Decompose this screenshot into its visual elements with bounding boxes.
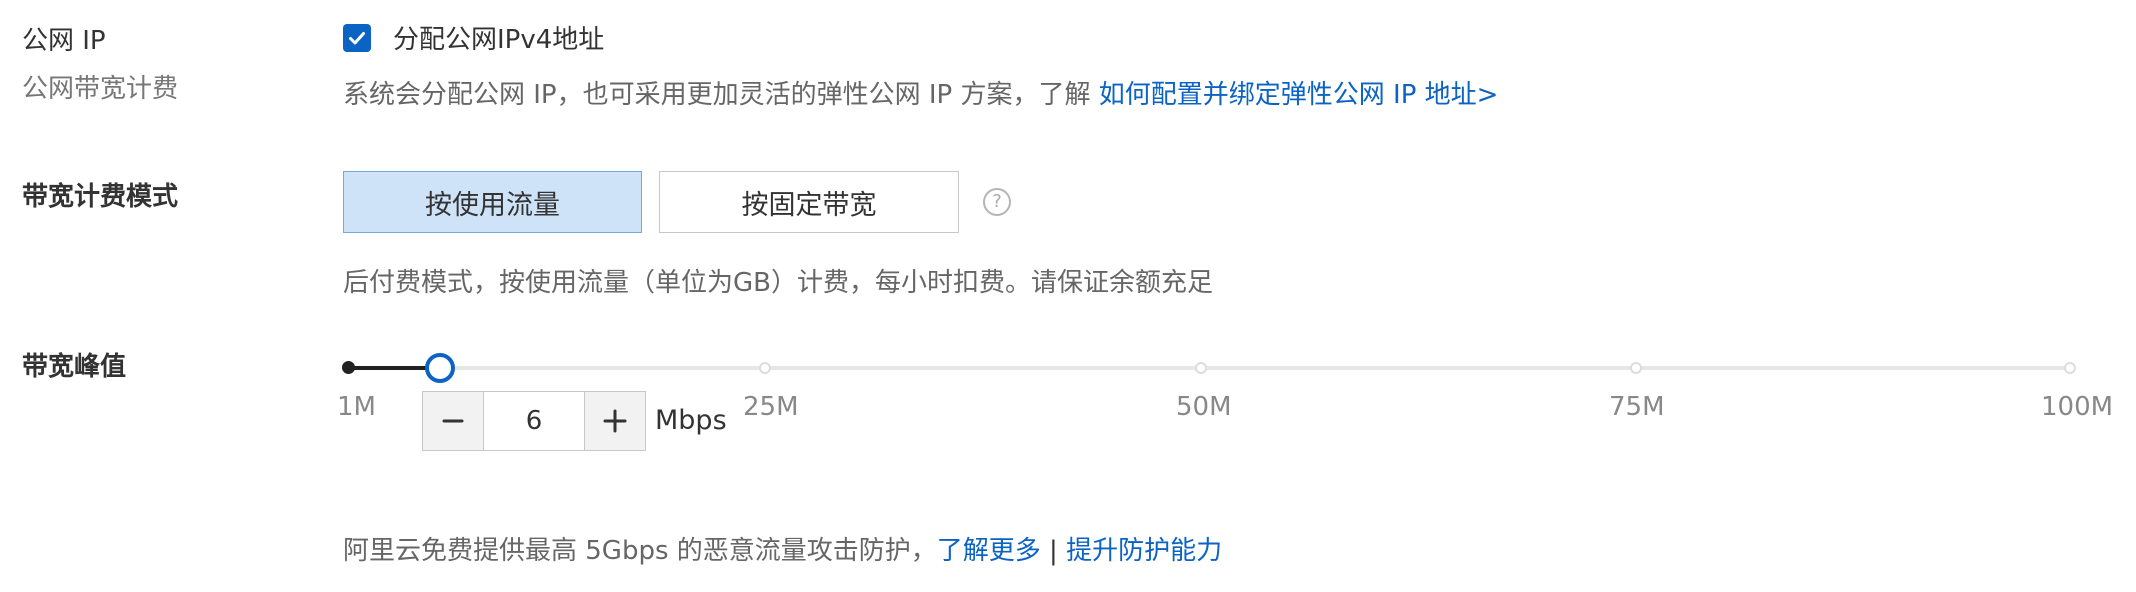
tick-label-100m: 100M	[2041, 392, 2114, 422]
question-circle-icon[interactable]: ?	[983, 188, 1011, 216]
eip-config-link[interactable]: 如何配置并绑定弹性公网 IP 地址>	[1099, 80, 1499, 110]
tick-label-1m: 1M	[337, 392, 376, 422]
billing-description: 后付费模式，按使用流量（单位为GB）计费，每小时扣费。请保证余额充足	[343, 268, 1213, 298]
public-ip-desc-text: 系统会分配公网 IP，也可采用更加灵活的弹性公网 IP 方案，了解	[343, 80, 1099, 110]
public-ip-label: 公网 IP	[22, 26, 106, 56]
bandwidth-slider-handle[interactable]	[425, 353, 455, 383]
bandwidth-unit: Mbps	[655, 405, 727, 436]
billing-mode-label: 带宽计费模式	[22, 182, 179, 212]
slider-start-dot	[342, 361, 355, 374]
ddos-protection-notice: 阿里云免费提供最高 5Gbps 的恶意流量攻击防护，了解更多 | 提升防护能力	[343, 530, 1222, 567]
upgrade-protection-link[interactable]: 提升防护能力	[1066, 536, 1222, 566]
slider-mark-100m	[2064, 362, 2076, 374]
learn-more-link[interactable]: 了解更多	[937, 536, 1041, 566]
bandwidth-slider-track[interactable]	[348, 366, 2068, 370]
increment-button[interactable]	[584, 392, 645, 450]
public-ip-description: 系统会分配公网 IP，也可采用更加灵活的弹性公网 IP 方案，了解 如何配置并绑…	[343, 74, 1498, 111]
tick-label-75m: 75M	[1609, 392, 1665, 422]
bandwidth-stepper	[422, 391, 646, 451]
minus-icon	[442, 419, 464, 423]
protection-text: 阿里云免费提供最高 5Gbps 的恶意流量攻击防护，	[343, 536, 937, 566]
link-separator: |	[1040, 536, 1067, 566]
slider-mark-50m	[1195, 362, 1207, 374]
tick-label-50m: 50M	[1176, 392, 1232, 422]
bandwidth-value-input[interactable]	[484, 392, 584, 450]
assign-ipv4-label[interactable]: 分配公网IPv4地址	[393, 19, 604, 56]
public-bandwidth-billing-label: 公网带宽计费	[22, 74, 179, 104]
slider-mark-25m	[759, 362, 771, 374]
option-pay-by-traffic[interactable]: 按使用流量	[343, 171, 642, 233]
assign-ipv4-checkbox[interactable]	[343, 24, 371, 52]
bandwidth-peak-label: 带宽峰值	[22, 352, 127, 382]
decrement-button[interactable]	[423, 392, 484, 450]
check-icon	[349, 32, 365, 45]
slider-mark-75m	[1630, 362, 1642, 374]
option-fixed-bandwidth[interactable]: 按固定带宽	[659, 171, 959, 233]
tick-label-25m: 25M	[743, 392, 799, 422]
plus-icon	[603, 409, 627, 433]
